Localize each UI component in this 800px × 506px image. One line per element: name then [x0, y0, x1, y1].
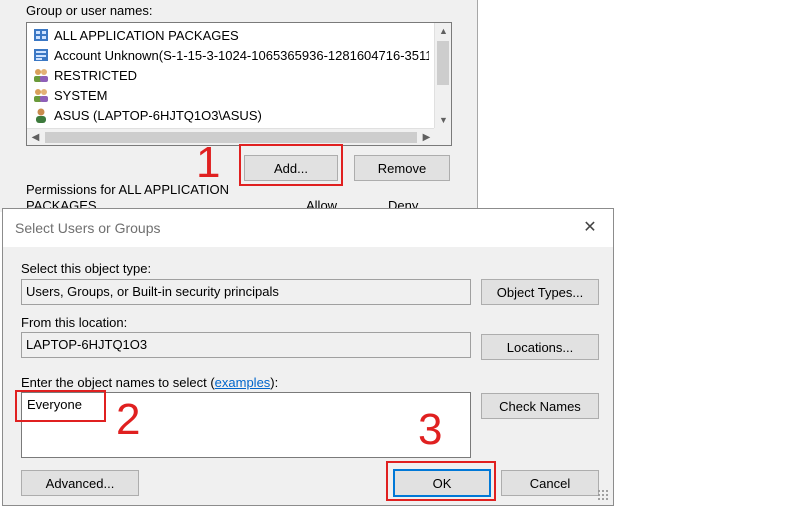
object-type-label: Select this object type: — [21, 261, 152, 276]
location-field: LAPTOP-6HJTQ1O3 — [21, 332, 471, 358]
dialog-title: Select Users or Groups — [15, 220, 161, 236]
object-type-field: Users, Groups, or Built-in security prin… — [21, 279, 471, 305]
list-item[interactable]: ALL APPLICATION PACKAGES — [33, 25, 429, 45]
list-item-label: SYSTEM — [54, 87, 108, 103]
group-names-listbox[interactable]: ALL APPLICATION PACKAGES Account Unknown… — [26, 22, 452, 146]
users-group-icon — [34, 89, 48, 102]
list-item-label: Account Unknown(S-1-15-3-1024-1065365936… — [54, 47, 429, 63]
scroll-thumb[interactable] — [437, 41, 449, 85]
list-item-label: ASUS (LAPTOP-6HJTQ1O3\ASUS) — [54, 107, 262, 123]
vertical-scrollbar[interactable]: ▲ ▼ — [434, 23, 451, 129]
dialog-titlebar[interactable]: Select Users or Groups ✕ — [3, 209, 613, 247]
enter-names-prefix: Enter the object names to select ( — [21, 375, 215, 390]
group-names-label: Group or user names: — [26, 3, 153, 18]
remove-button[interactable]: Remove — [354, 155, 450, 181]
locations-button[interactable]: Locations... — [481, 334, 599, 360]
examples-link[interactable]: examples — [215, 375, 271, 390]
close-icon[interactable]: ✕ — [579, 217, 601, 239]
scroll-left-icon[interactable]: ◀ — [27, 129, 44, 146]
scroll-right-icon[interactable]: ▶ — [418, 129, 435, 146]
user-icon — [36, 108, 46, 123]
enter-names-suffix: ): — [270, 375, 279, 390]
package-group-icon — [34, 29, 48, 41]
step-3-label: 3 — [418, 405, 443, 454]
scroll-thumb[interactable] — [45, 132, 417, 143]
highlight-add-button — [239, 144, 343, 186]
scroll-up-icon[interactable]: ▲ — [435, 23, 452, 40]
unknown-account-icon — [34, 49, 48, 61]
step-2-label: 2 — [116, 395, 141, 444]
list-item[interactable]: Account Unknown(S-1-15-3-1024-1065365936… — [33, 45, 429, 65]
users-group-icon — [34, 69, 48, 82]
enter-names-label: Enter the object names to select (exampl… — [21, 375, 278, 390]
select-users-dialog: Select Users or Groups ✕ Select this obj… — [2, 208, 614, 506]
resize-grip-icon[interactable] — [597, 489, 609, 501]
list-item-label: ALL APPLICATION PACKAGES — [54, 27, 239, 43]
scroll-down-icon[interactable]: ▼ — [435, 112, 452, 129]
list-item[interactable]: RESTRICTED — [33, 65, 429, 85]
check-names-button[interactable]: Check Names — [481, 393, 599, 419]
list-item-label: RESTRICTED — [54, 67, 138, 83]
object-types-button[interactable]: Object Types... — [481, 279, 599, 305]
scrollbar-corner — [434, 128, 451, 145]
highlight-names-input — [15, 390, 106, 422]
location-label: From this location: — [21, 315, 128, 330]
highlight-ok-button — [386, 461, 496, 501]
list-item[interactable]: ASUS (LAPTOP-6HJTQ1O3\ASUS) — [33, 105, 429, 125]
horizontal-scrollbar[interactable]: ◀ ▶ — [27, 128, 435, 145]
list-item[interactable]: SYSTEM — [33, 85, 429, 105]
step-1-label: 1 — [196, 138, 221, 187]
advanced-button[interactable]: Advanced... — [21, 470, 139, 496]
cancel-button[interactable]: Cancel — [501, 470, 599, 496]
